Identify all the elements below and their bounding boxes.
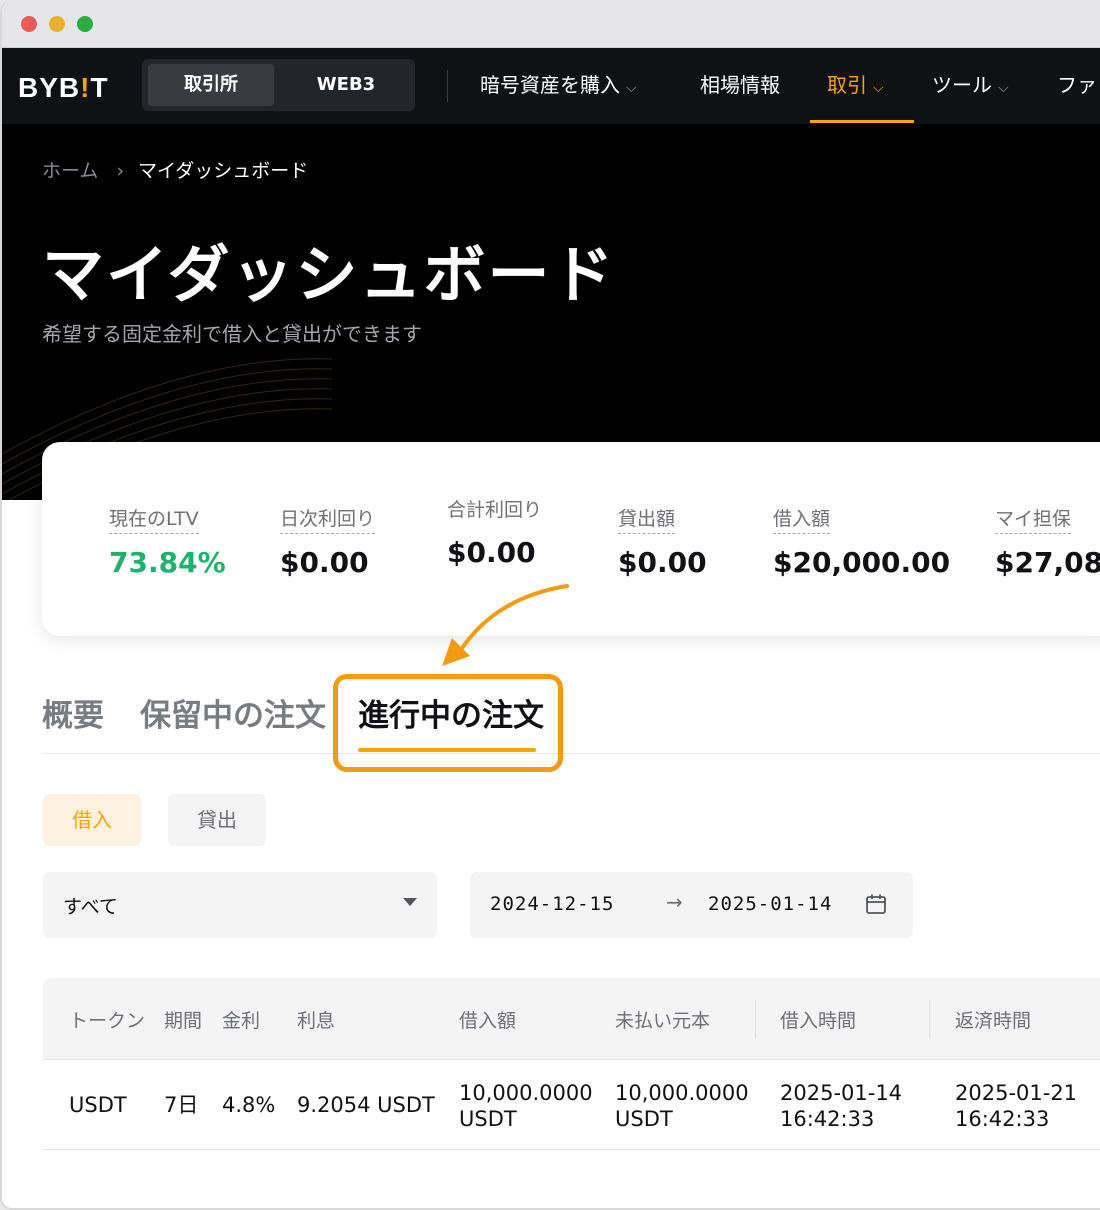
cell-outstanding-unit: USDT [615, 1107, 673, 1131]
exchange-segment-button[interactable]: 取引所 [148, 64, 274, 106]
caret-down-icon [403, 898, 417, 906]
table-header: トークン 期間 金利 利息 借入額 未払い元本 借入時間 返済時間 [43, 978, 1100, 1060]
nav-item-buy-crypto[interactable]: 暗号資産を購入 ⌵ [480, 70, 637, 100]
tab-pending-orders[interactable]: 保留中の注文 [140, 690, 326, 735]
platform-switch: 取引所 WEB3 [142, 59, 415, 111]
calendar-icon[interactable] [864, 892, 888, 916]
breadcrumb-separator-icon: › [116, 160, 125, 182]
borrow-filter-button[interactable]: 借入 [43, 794, 141, 846]
status-select[interactable]: すべて [43, 872, 437, 938]
date-range-arrow-icon: → [666, 890, 683, 914]
minimize-window-button[interactable] [49, 16, 65, 32]
cell-repay-date: 2025-01-21 [955, 1081, 1078, 1105]
stat-value: $0.00 [618, 546, 707, 579]
chevron-down-icon: ⌵ [998, 80, 1009, 96]
cell-token: USDT [69, 1093, 127, 1117]
browser-window: BYB!T 取引所 WEB3 暗号資産を購入 ⌵ 相場情報 取引 ⌵ ツール ⌵ ファ… [0, 0, 1100, 1210]
column-header-token: トークン [69, 1010, 146, 1032]
stat-value: $20,000.00 [773, 546, 951, 579]
stat-value: 73.84% [109, 546, 226, 579]
cell-term: 7日 [164, 1093, 199, 1117]
column-header-rate: 金利 [222, 1010, 261, 1032]
stat-value: $0.00 [280, 546, 369, 579]
top-navbar: BYB!T 取引所 WEB3 暗号資産を購入 ⌵ 相場情報 取引 ⌵ ツール ⌵ ファ [2, 48, 1100, 124]
status-select-value: すべて [63, 896, 118, 918]
order-tabs: 概要 保留中の注文 進行中の注文 [42, 690, 1100, 754]
page-title: マイダッシュボード [42, 238, 616, 311]
cell-borrow-time: 2025-01-14 16:42:33 [780, 1080, 902, 1132]
cell-repay-time: 2025-01-21 16:42:33 [955, 1080, 1077, 1132]
column-header-repay-time: 返済時間 [955, 1010, 1032, 1032]
cell-borrowed-amount-unit: USDT [459, 1107, 517, 1131]
close-window-button[interactable] [21, 16, 37, 32]
table-row[interactable]: USDT 7日 4.8% 9.2054 USDT 10,000.0000 USD… [43, 1060, 1100, 1150]
stat-label[interactable]: マイ担保 [995, 504, 1072, 534]
page-subtitle: 希望する固定金利で借入と貸出ができます [42, 322, 422, 346]
cell-rate: 4.8% [222, 1093, 276, 1117]
breadcrumb-current: マイダッシュボード [138, 160, 309, 182]
stat-value: $27,087 [995, 546, 1100, 579]
lend-filter-button[interactable]: 貸出 [168, 794, 266, 846]
cell-borrow-date: 2025-01-14 [780, 1081, 903, 1105]
nav-item-trade[interactable]: 取引 ⌵ [827, 70, 884, 100]
nav-item-tools[interactable]: ツール ⌵ [932, 70, 1009, 100]
column-header-borrowed-amount: 借入額 [459, 1010, 517, 1032]
nav-item-markets[interactable]: 相場情報 [700, 70, 780, 100]
breadcrumb: ホーム › マイダッシュボード [42, 156, 308, 183]
date-to[interactable]: 2025-01-14 [708, 893, 832, 915]
bybit-logo[interactable]: BYB!T [18, 72, 109, 104]
web3-segment-button[interactable]: WEB3 [282, 64, 410, 106]
stat-value: $0.00 [447, 536, 536, 569]
cell-outstanding-value: 10,000.0000 [615, 1081, 749, 1105]
stat-daily-yield: 日次利回り $0.00 [280, 504, 376, 579]
chevron-down-icon: ⌵ [873, 80, 884, 96]
column-header-outstanding-principal: 未払い元本 [615, 1010, 711, 1032]
date-from[interactable]: 2024-12-15 [490, 893, 614, 915]
column-header-term: 期間 [164, 1010, 203, 1032]
stat-lent-amount: 貸出額 $0.00 [618, 504, 707, 579]
stat-label[interactable]: 日次利回り [280, 504, 376, 534]
maximize-window-button[interactable] [77, 16, 93, 32]
cell-borrowed-amount: 10,000.0000 USDT [459, 1080, 593, 1132]
date-range-picker[interactable]: 2024-12-15 → 2025-01-14 [470, 872, 913, 938]
callout-arrow-icon [442, 584, 569, 666]
nav-divider [447, 70, 448, 102]
column-header-interest: 利息 [297, 1010, 336, 1032]
cell-interest: 9.2054 USDT [297, 1093, 435, 1117]
stat-total-yield: 合計利回り $0.00 [447, 495, 542, 569]
breadcrumb-home-link[interactable]: ホーム [42, 160, 98, 182]
nav-active-indicator [810, 120, 914, 123]
cell-repay-clock: 16:42:33 [955, 1107, 1050, 1131]
window-titlebar [2, 0, 1100, 48]
stat-borrowed-amount: 借入額 $20,000.00 [773, 504, 950, 579]
tab-overview[interactable]: 概要 [42, 690, 104, 735]
nav-item-finance[interactable]: ファ [1057, 70, 1097, 100]
callout-highlight-box [333, 674, 563, 772]
column-divider [755, 1000, 756, 1038]
stat-label[interactable]: 借入額 [773, 504, 831, 534]
stat-label[interactable]: 現在のLTV [109, 504, 199, 534]
cell-borrowed-amount-value: 10,000.0000 [459, 1081, 593, 1105]
chevron-down-icon: ⌵ [626, 80, 637, 96]
stat-label: 合計利回り [447, 499, 543, 521]
cell-outstanding-principal: 10,000.0000 USDT [615, 1080, 749, 1132]
stat-current-ltv: 現在のLTV 73.84% [109, 504, 226, 579]
column-header-borrow-time: 借入時間 [780, 1010, 857, 1032]
column-divider [929, 1000, 930, 1038]
stat-label[interactable]: 貸出額 [618, 504, 676, 534]
stat-my-collateral: マイ担保 $27,087 [995, 504, 1100, 579]
cell-borrow-clock: 16:42:33 [780, 1107, 875, 1131]
